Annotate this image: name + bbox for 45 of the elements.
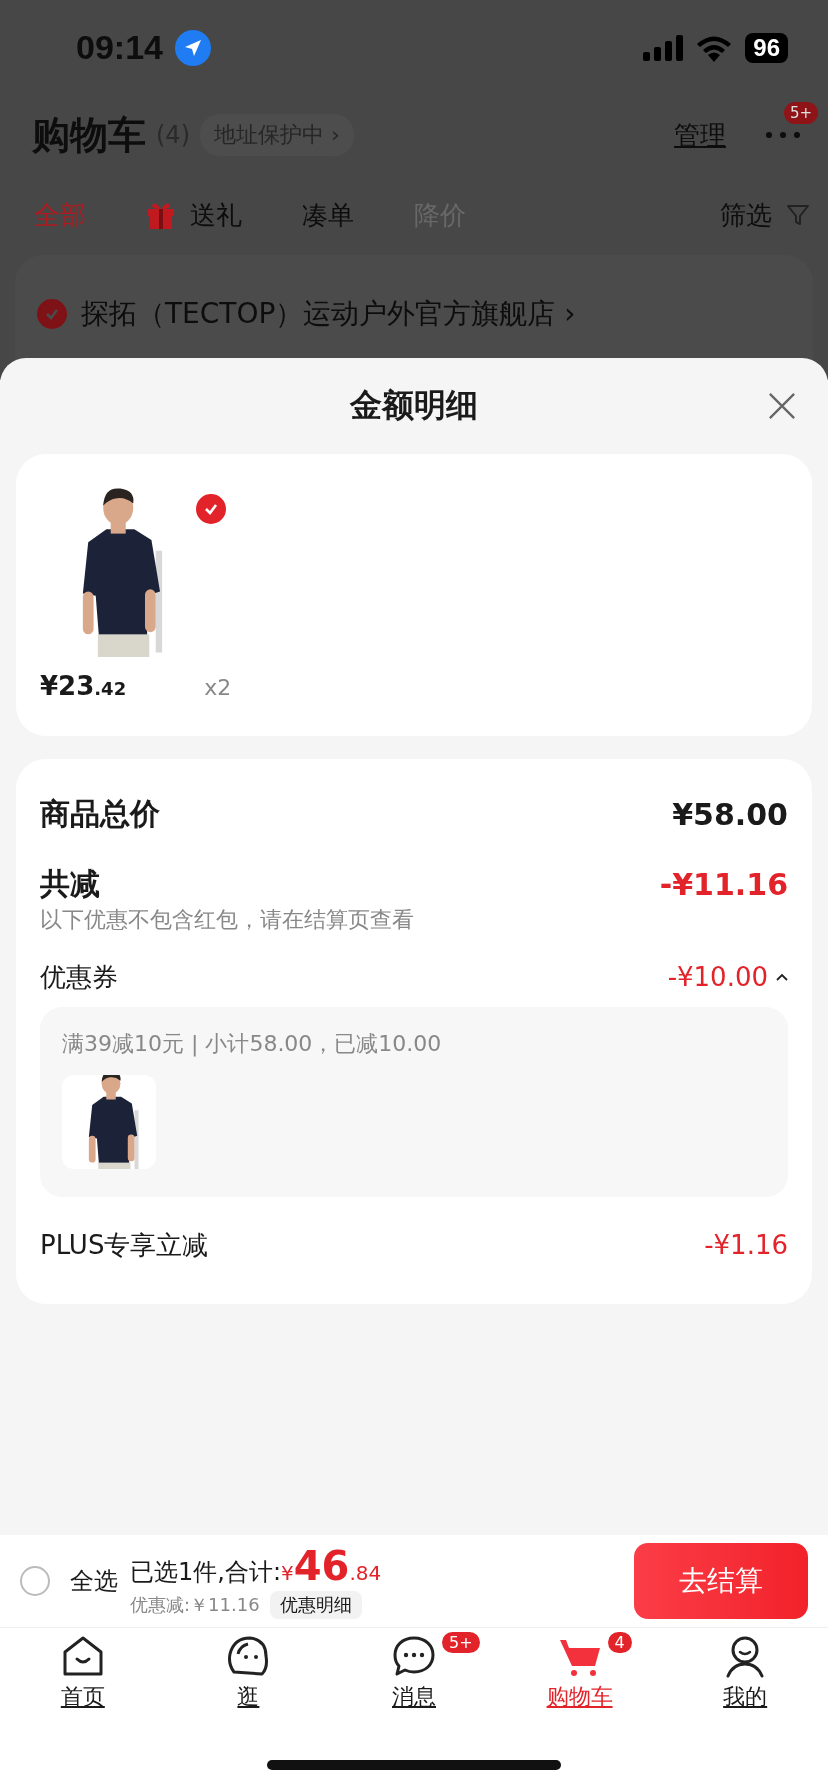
row-label: PLUS专享立减 — [40, 1228, 209, 1262]
notification-badge: 4 — [607, 1632, 632, 1653]
checkout-button[interactable]: 去结算 — [634, 1543, 808, 1619]
selection-summary: 已选1件,合计: — [130, 1557, 281, 1588]
discount-amount: 优惠减:￥11.16 — [130, 1593, 260, 1617]
row-amount: ¥58.00 — [672, 796, 788, 832]
notification-badge: 5+ — [783, 102, 818, 124]
store-checkbox[interactable] — [37, 299, 67, 329]
row-amount: -¥11.16 — [659, 866, 788, 902]
nav-tab[interactable]: 消息 — [392, 1634, 436, 1738]
signal-icon — [643, 34, 684, 61]
close-icon[interactable] — [768, 392, 796, 420]
row-label: 共减 — [40, 864, 100, 903]
caret-icon — [776, 973, 788, 981]
store-name[interactable]: 探拓（TECTOP）运动户外官方旗舰店 › — [81, 295, 576, 333]
row-label: 商品总价 — [40, 794, 160, 833]
total-price: ¥46.84 — [281, 1543, 382, 1589]
filter-tab[interactable]: 凑单 — [302, 197, 354, 233]
coupon-amount-toggle[interactable]: -¥10.00 — [667, 962, 788, 992]
more-icon[interactable] — [766, 132, 800, 138]
select-all-label[interactable]: 全选 — [70, 1565, 118, 1597]
select-all-radio[interactable] — [20, 1566, 50, 1596]
discount-note: 以下优惠不包含红包，请在结算页查看 — [40, 906, 415, 934]
row-amount: -¥1.16 — [704, 1230, 788, 1260]
status-time: 09:14 — [76, 28, 163, 67]
notification-badge: 5+ — [442, 1632, 480, 1653]
filter-button[interactable]: 筛选 — [720, 197, 810, 233]
product-checkbox[interactable] — [196, 494, 226, 524]
product-price: ¥23.42 — [40, 671, 127, 701]
row-label: 优惠券 — [40, 960, 118, 994]
coupon-detail-text: 满39减10元 | 小计58.00，已减10.00 — [62, 1030, 443, 1059]
filter-tab[interactable]: 送礼 — [146, 197, 242, 233]
chat-icon — [392, 1634, 436, 1678]
battery-indicator: 96 — [745, 32, 788, 63]
sheet-title: 金额明细 — [350, 385, 478, 426]
page-title: 购物车 — [32, 111, 146, 159]
nav-tab[interactable]: 逛 — [226, 1634, 271, 1738]
manage-link[interactable]: 管理 — [674, 117, 726, 153]
discount-details-button[interactable]: 优惠明细 — [269, 1591, 362, 1619]
location-icon — [174, 29, 211, 66]
nav-tab[interactable]: 首页 — [60, 1634, 105, 1738]
product-quantity: x2 — [204, 675, 232, 700]
filter-icon — [786, 203, 810, 227]
mascot-icon — [226, 1634, 271, 1678]
nav-tab[interactable]: 我的 — [723, 1634, 768, 1738]
